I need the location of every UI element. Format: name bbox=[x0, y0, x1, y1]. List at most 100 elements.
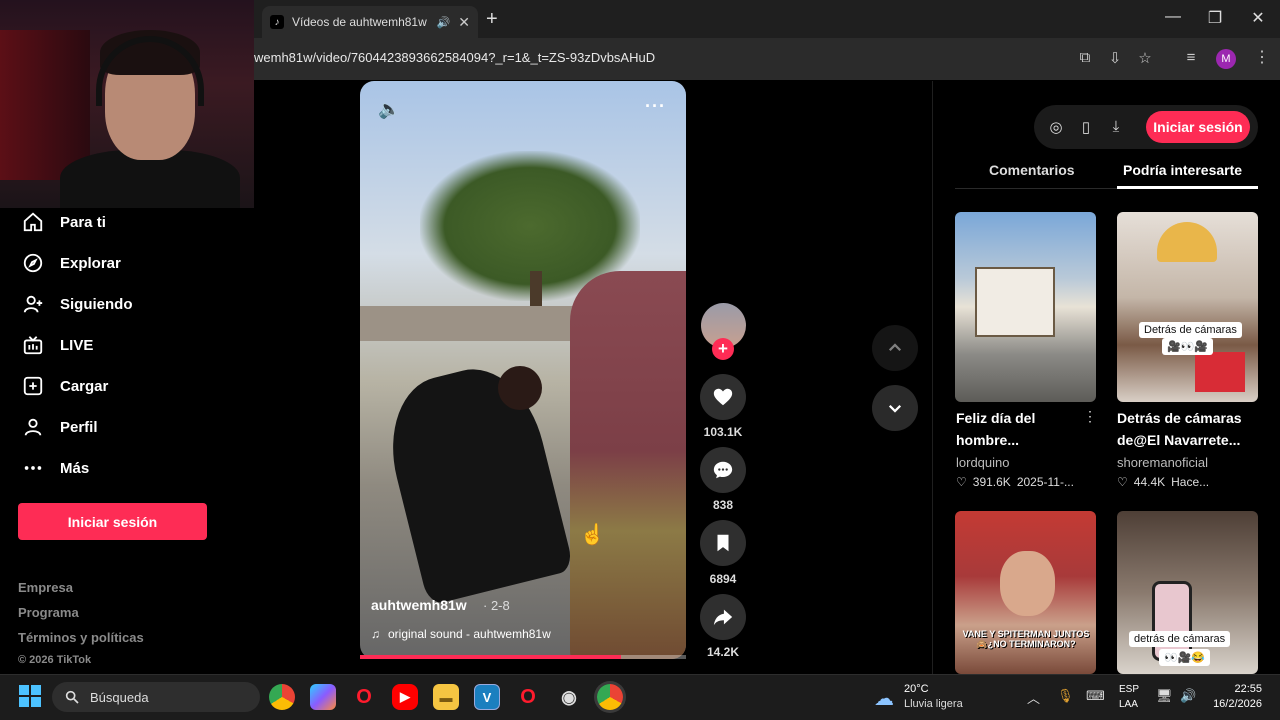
translate-icon[interactable]: ⧉ bbox=[1076, 49, 1094, 67]
video-author[interactable]: auhtwemh81w bbox=[371, 597, 467, 613]
follow-plus-button[interactable]: + bbox=[712, 338, 734, 360]
tab-comentarios[interactable]: Comentarios bbox=[989, 162, 1075, 178]
video-more-icon[interactable]: ··· bbox=[645, 96, 666, 117]
card-title[interactable]: Feliz día del bbox=[956, 408, 1086, 429]
home-icon bbox=[23, 212, 43, 232]
thumbnail-overlay-text: Detrás de cámaras bbox=[1139, 322, 1242, 338]
chrome-active-taskbar-icon[interactable] bbox=[597, 684, 623, 710]
tray-overflow-icon[interactable]: ︿ bbox=[1027, 688, 1040, 707]
recommended-video-thumbnail[interactable]: Detrás de cámaras 🎥👀🎥 bbox=[1117, 212, 1258, 402]
recommended-video-thumbnail[interactable]: VANE Y SPITERMAN JUNTOS 🙈¿NO TERMINARON? bbox=[955, 511, 1096, 674]
tiktok-favicon-icon: ♪ bbox=[270, 15, 284, 29]
sidebar-item-siguiendo[interactable]: Siguiendo bbox=[22, 293, 133, 315]
clock-time[interactable]: 22:55 bbox=[1216, 683, 1262, 695]
card-title-line2[interactable]: de@El Navarrete... bbox=[1117, 430, 1247, 451]
card-title-line2[interactable]: hombre... bbox=[956, 430, 1086, 451]
file-explorer-taskbar-icon[interactable]: ▬ bbox=[433, 684, 459, 710]
card-author[interactable]: shoremanoficial bbox=[1117, 455, 1208, 470]
phone-icon[interactable]: ▯ bbox=[1077, 118, 1095, 136]
chrome-taskbar-icon[interactable] bbox=[269, 684, 295, 710]
url-field[interactable]: wemh81w/video/7604423893662584094?_r=1&_… bbox=[254, 50, 655, 65]
footer-link-empresa[interactable]: Empresa bbox=[18, 580, 73, 595]
video-player[interactable] bbox=[360, 81, 686, 659]
footer-link-programa[interactable]: Programa bbox=[18, 605, 79, 620]
keyboard-icon[interactable]: ⌨ bbox=[1086, 688, 1105, 704]
coin-icon[interactable]: ◎ bbox=[1047, 118, 1065, 136]
card-date: 2025-11-... bbox=[1016, 475, 1074, 489]
sidebar-item-live[interactable]: LIVE bbox=[22, 334, 93, 356]
share-count: 14.2K bbox=[706, 645, 740, 659]
browser-menu-icon[interactable]: ⋮ bbox=[1254, 47, 1270, 67]
tab-title: Vídeos de auhtwemh81w (@auhtwemh81w) bbox=[292, 15, 429, 29]
close-window-button[interactable]: ✕ bbox=[1248, 8, 1268, 28]
comment-count: 838 bbox=[712, 498, 734, 512]
thumbnail-house bbox=[975, 267, 1055, 337]
tab-audio-icon[interactable]: 🔊 bbox=[437, 16, 451, 29]
volume-icon[interactable]: 🔈 bbox=[378, 99, 400, 120]
network-icon[interactable]: 🖥 bbox=[1156, 688, 1173, 704]
video-sound-label: original sound - auhtwemh81w bbox=[388, 627, 551, 641]
language-indicator[interactable]: ESP bbox=[1119, 684, 1139, 695]
sidebar-item-label: Siguiendo bbox=[60, 295, 133, 313]
sidebar-item-para-ti[interactable]: Para ti bbox=[22, 211, 106, 233]
video-sound[interactable]: ♫ original sound - auhtwemh81w bbox=[371, 627, 551, 641]
opera-taskbar-icon[interactable]: O bbox=[351, 684, 377, 710]
thumbnail-cooler bbox=[1195, 352, 1245, 392]
tab-podria-interesarte[interactable]: Podría interesarte bbox=[1123, 162, 1242, 178]
install-app-icon[interactable]: ⇩ bbox=[1106, 49, 1124, 67]
tab-close-icon[interactable]: ✕ bbox=[458, 14, 470, 31]
weather-description[interactable]: Lluvia ligera bbox=[904, 698, 963, 710]
login-button-sidebar[interactable]: Iniciar sesión bbox=[18, 503, 207, 540]
footer-link-terminos[interactable]: Términos y políticas bbox=[18, 630, 144, 645]
weather-temperature[interactable]: 20°C bbox=[904, 683, 929, 695]
next-video-button[interactable] bbox=[872, 385, 918, 431]
thumbnail-overlay-text: VANE Y SPITERMAN JUNTOS 🙈¿NO TERMINARON? bbox=[962, 629, 1090, 649]
recommended-video-thumbnail[interactable] bbox=[955, 212, 1096, 402]
browser-tab[interactable]: ♪ Vídeos de auhtwemh81w (@auhtwemh81w) 🔊… bbox=[262, 6, 478, 38]
new-tab-button[interactable]: + bbox=[486, 8, 498, 31]
thumbnail-overlay-emoji: 👀🎥😂 bbox=[1159, 649, 1211, 666]
profile-avatar[interactable]: M bbox=[1216, 49, 1236, 69]
card-meta: ♡ 391.6K 2025-11-... bbox=[956, 475, 1074, 489]
microphone-icon[interactable]: 🎙 bbox=[1057, 688, 1074, 704]
sidebar-item-mas[interactable]: Más bbox=[22, 457, 89, 479]
minimize-button[interactable]: — bbox=[1163, 8, 1183, 26]
copilot-taskbar-icon[interactable] bbox=[310, 684, 336, 710]
hand-cursor-icon: ☝ bbox=[580, 524, 605, 546]
sidebar-item-explorar[interactable]: Explorar bbox=[22, 252, 121, 274]
save-button[interactable] bbox=[700, 520, 746, 566]
maximize-button[interactable]: ❐ bbox=[1205, 8, 1225, 28]
heart-outline-icon: ♡ bbox=[956, 475, 967, 489]
webcam-overlay bbox=[0, 0, 254, 208]
comment-button[interactable] bbox=[700, 447, 746, 493]
thumbnail-overlay-emoji: 🎥👀🎥 bbox=[1162, 338, 1214, 355]
opera-gx-taskbar-icon[interactable]: O bbox=[515, 684, 541, 710]
card-author[interactable]: lordquino bbox=[956, 455, 1010, 470]
media-queue-icon[interactable]: ≡ bbox=[1182, 49, 1200, 67]
heart-icon bbox=[713, 388, 733, 406]
vegas-taskbar-icon[interactable]: V bbox=[474, 684, 500, 710]
card-likes: 391.6K bbox=[972, 475, 1011, 489]
bookmark-star-icon[interactable]: ☆ bbox=[1136, 49, 1154, 67]
clock-date[interactable]: 16/2/2026 bbox=[1200, 698, 1262, 710]
obs-taskbar-icon[interactable]: ◉ bbox=[556, 684, 582, 710]
speaker-icon[interactable]: 🔊 bbox=[1180, 688, 1196, 704]
taskbar-search[interactable]: Búsqueda bbox=[52, 682, 260, 712]
previous-video-button[interactable] bbox=[872, 325, 918, 371]
like-button[interactable] bbox=[700, 374, 746, 420]
share-button[interactable] bbox=[700, 594, 746, 640]
download-icon[interactable]: ⤓ bbox=[1107, 118, 1125, 136]
copyright-text: © 2026 TikTok bbox=[18, 654, 92, 666]
card-title[interactable]: Detrás de cámaras bbox=[1117, 408, 1247, 429]
sidebar-item-label: Más bbox=[60, 459, 90, 477]
keyboard-layout-indicator[interactable]: LAA bbox=[1119, 699, 1138, 710]
share-arrow-icon bbox=[713, 609, 733, 626]
video-scene-head bbox=[498, 366, 542, 410]
card-more-icon[interactable]: ⋮ bbox=[1083, 408, 1097, 425]
sidebar-item-cargar[interactable]: Cargar bbox=[22, 375, 108, 397]
youtube-taskbar-icon[interactable]: ▶ bbox=[392, 684, 418, 710]
windows-start-icon[interactable] bbox=[19, 685, 41, 707]
sidebar-item-perfil[interactable]: Perfil bbox=[22, 416, 98, 438]
recommended-video-thumbnail[interactable]: detrás de cámaras 👀🎥😂 bbox=[1117, 511, 1258, 674]
login-button-header[interactable]: Iniciar sesión bbox=[1146, 111, 1250, 143]
